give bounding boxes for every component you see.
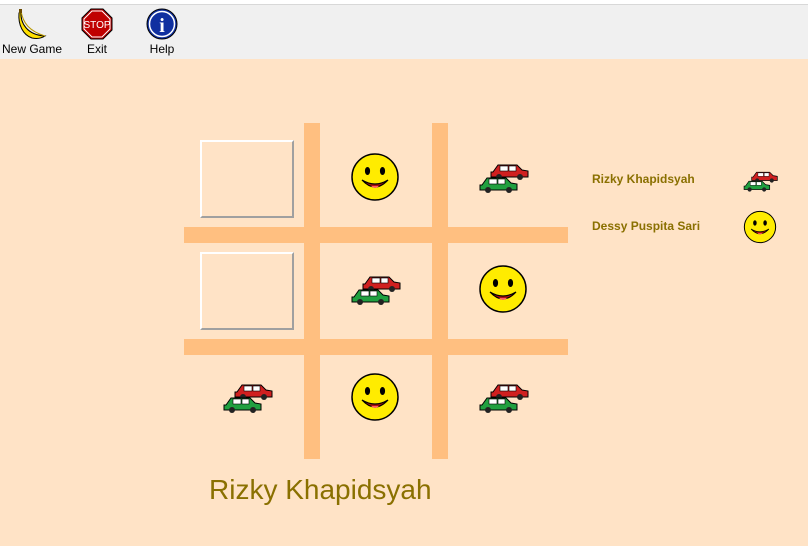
smiley-icon (478, 264, 528, 319)
board-cell-2[interactable] (448, 129, 558, 229)
cars-icon (477, 159, 529, 200)
board-cell-7[interactable] (320, 349, 430, 449)
smiley-icon (350, 152, 400, 207)
player-smiley-icon (743, 210, 777, 249)
smiley-icon (350, 372, 400, 427)
board-cell-8[interactable] (448, 349, 558, 449)
board-cell-1[interactable] (320, 129, 430, 229)
current-player-label: Rizky Khapidsyah (209, 474, 432, 505)
board-cell-6[interactable] (192, 349, 302, 449)
game-board (0, 0, 808, 546)
player-name-2: Dessy Puspita Sari (592, 219, 701, 233)
player-cars-icon (742, 168, 778, 198)
player-name-1: Rizky Khapidsyah (592, 172, 695, 186)
board-cell-0[interactable] (192, 129, 302, 229)
grid-line-vertical-2 (432, 123, 448, 459)
cars-icon (349, 271, 401, 312)
cars-icon (477, 379, 529, 420)
board-cell-3[interactable] (192, 241, 302, 341)
empty-cell-button[interactable] (200, 140, 294, 218)
grid-line-vertical-1 (304, 123, 320, 459)
cars-icon (221, 379, 273, 420)
board-cell-5[interactable] (448, 241, 558, 341)
empty-cell-button[interactable] (200, 252, 294, 330)
board-cell-4[interactable] (320, 241, 430, 341)
